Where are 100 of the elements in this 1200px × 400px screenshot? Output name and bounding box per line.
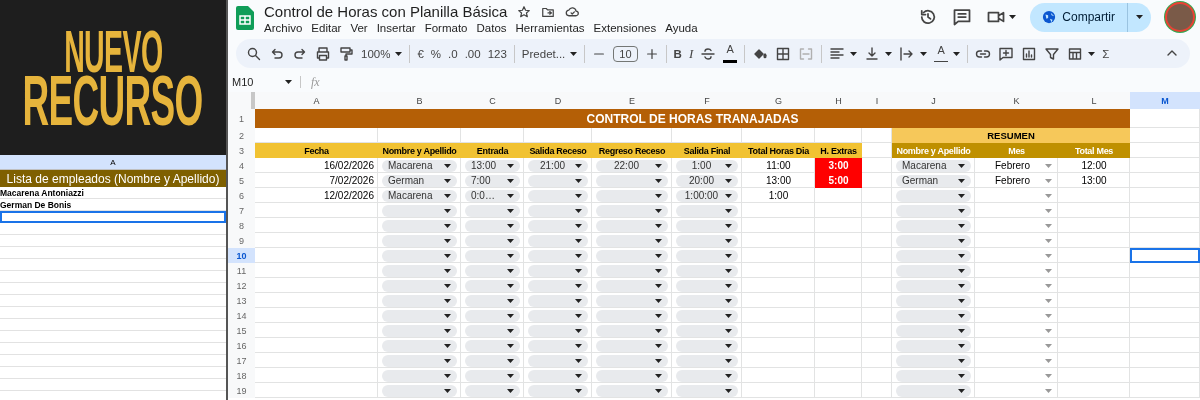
- row-header[interactable]: 18: [228, 368, 255, 383]
- column-header[interactable]: E: [592, 92, 672, 109]
- dropdown-chip[interactable]: [465, 384, 520, 397]
- paint-format-icon[interactable]: [338, 45, 354, 62]
- dropdown-chip[interactable]: [528, 189, 588, 202]
- column-header[interactable]: B: [378, 92, 461, 109]
- dropdown-chip[interactable]: [528, 369, 588, 382]
- column-header[interactable]: K: [975, 92, 1058, 109]
- bold-button[interactable]: B: [673, 47, 682, 60]
- dropdown-chip[interactable]: Macarena: [382, 159, 457, 172]
- dropdown-chip[interactable]: 22:00: [596, 159, 668, 172]
- dropdown-chip[interactable]: [528, 234, 588, 247]
- font-size-field[interactable]: 10: [613, 45, 638, 62]
- column-header[interactable]: C: [461, 92, 524, 109]
- dropdown-chip[interactable]: [465, 354, 520, 367]
- dropdown-chip[interactable]: [528, 249, 588, 262]
- chart-icon[interactable]: [1021, 45, 1038, 62]
- dropdown-chip[interactable]: [465, 309, 520, 322]
- dropdown-chip[interactable]: [528, 219, 588, 232]
- dropdown-chip[interactable]: 7:00: [465, 174, 520, 187]
- number-format-button[interactable]: 123: [487, 47, 507, 60]
- zoom-dropdown[interactable]: 100%: [361, 47, 403, 60]
- share-button[interactable]: Compartir: [1030, 2, 1151, 32]
- column-header[interactable]: J: [892, 92, 975, 109]
- row-header[interactable]: 4: [228, 158, 255, 173]
- text-rotation-button[interactable]: A: [934, 45, 949, 63]
- menu-item[interactable]: Ayuda: [665, 22, 698, 34]
- currency-button[interactable]: €: [417, 47, 424, 60]
- spreadsheet-logo-icon[interactable]: [236, 6, 254, 30]
- list-row[interactable]: Macarena Antoniazzi: [0, 187, 226, 199]
- dropdown-chip[interactable]: 0:0…: [465, 189, 520, 202]
- month-dropdown[interactable]: Febrero: [975, 175, 1058, 186]
- row-header[interactable]: 14: [228, 308, 255, 323]
- decrease-decimals-button[interactable]: .0: [448, 47, 458, 60]
- row-header[interactable]: 17: [228, 353, 255, 368]
- column-header[interactable]: I: [862, 92, 892, 109]
- column-header[interactable]: D: [524, 92, 592, 109]
- sum-button[interactable]: Σ: [1102, 47, 1110, 60]
- row-header[interactable]: 3: [228, 143, 255, 158]
- dropdown-chip[interactable]: [528, 384, 588, 397]
- row-header[interactable]: 15: [228, 323, 255, 338]
- dropdown-chip[interactable]: 20:00: [676, 174, 738, 187]
- column-header[interactable]: A: [0, 155, 226, 170]
- increase-decimals-button[interactable]: .00: [464, 47, 481, 60]
- comment-icon[interactable]: [952, 7, 973, 27]
- row-header[interactable]: 13: [228, 293, 255, 308]
- star-icon[interactable]: [517, 4, 532, 19]
- plus-icon[interactable]: [644, 46, 659, 61]
- print-icon[interactable]: [315, 45, 331, 62]
- row-header[interactable]: 10: [228, 248, 255, 263]
- italic-button[interactable]: I: [688, 45, 694, 62]
- percent-button[interactable]: %: [430, 47, 442, 60]
- row-header[interactable]: 2: [228, 128, 255, 143]
- search-icon[interactable]: [246, 45, 262, 62]
- dropdown-chip[interactable]: [465, 294, 520, 307]
- functions-icon[interactable]: [1067, 45, 1084, 62]
- menu-item[interactable]: Datos: [476, 22, 507, 34]
- column-header[interactable]: H: [815, 92, 862, 109]
- dropdown-chip[interactable]: [528, 294, 588, 307]
- dropdown-chip[interactable]: 1:00:00: [676, 189, 738, 202]
- avatar[interactable]: [1165, 2, 1195, 32]
- cloud-icon[interactable]: [565, 4, 581, 19]
- column-header[interactable]: A: [255, 92, 378, 109]
- borders-icon[interactable]: [775, 45, 792, 62]
- dropdown-chip[interactable]: [465, 219, 520, 232]
- align-left-icon[interactable]: [829, 45, 846, 62]
- row-header[interactable]: 12: [228, 278, 255, 293]
- menu-item[interactable]: Editar: [311, 22, 342, 34]
- strikethrough-icon[interactable]: [700, 45, 717, 62]
- filter-icon[interactable]: [1044, 45, 1061, 62]
- list-row[interactable]: German De Bonis: [0, 199, 226, 211]
- dropdown-chip[interactable]: [465, 249, 520, 262]
- dropdown-chip[interactable]: [528, 324, 588, 337]
- dropdown-chip[interactable]: [465, 279, 520, 292]
- dropdown-chip[interactable]: [465, 204, 520, 217]
- dropdown-chip[interactable]: [528, 264, 588, 277]
- column-header[interactable]: L: [1058, 92, 1130, 109]
- row-header[interactable]: 6: [228, 188, 255, 203]
- dropdown-chip[interactable]: [528, 339, 588, 352]
- add-comment-icon[interactable]: [998, 45, 1015, 62]
- menu-item[interactable]: Insertar: [376, 22, 416, 34]
- cell-reference[interactable]: M10: [232, 76, 254, 89]
- list-row[interactable]: [0, 211, 226, 223]
- menu-item[interactable]: Extensiones: [593, 22, 657, 34]
- row-header[interactable]: 16: [228, 338, 255, 353]
- dropdown-chip[interactable]: [465, 339, 520, 352]
- font-dropdown[interactable]: Predet...: [521, 47, 578, 60]
- dropdown-chip[interactable]: [465, 324, 520, 337]
- text-color-button[interactable]: A: [723, 44, 738, 64]
- menu-item[interactable]: Archivo: [264, 22, 303, 34]
- dropdown-chip[interactable]: 1:00: [676, 159, 738, 172]
- menu-item[interactable]: Formato: [424, 22, 468, 34]
- merge-cells-icon[interactable]: [798, 45, 815, 62]
- column-header[interactable]: F: [672, 92, 742, 109]
- row-header[interactable]: 9: [228, 233, 255, 248]
- dropdown-chip[interactable]: [528, 279, 588, 292]
- row-header[interactable]: 19: [228, 383, 255, 398]
- dropdown-chip[interactable]: [465, 234, 520, 247]
- row-header[interactable]: 5: [228, 173, 255, 188]
- menu-item[interactable]: Ver: [350, 22, 368, 34]
